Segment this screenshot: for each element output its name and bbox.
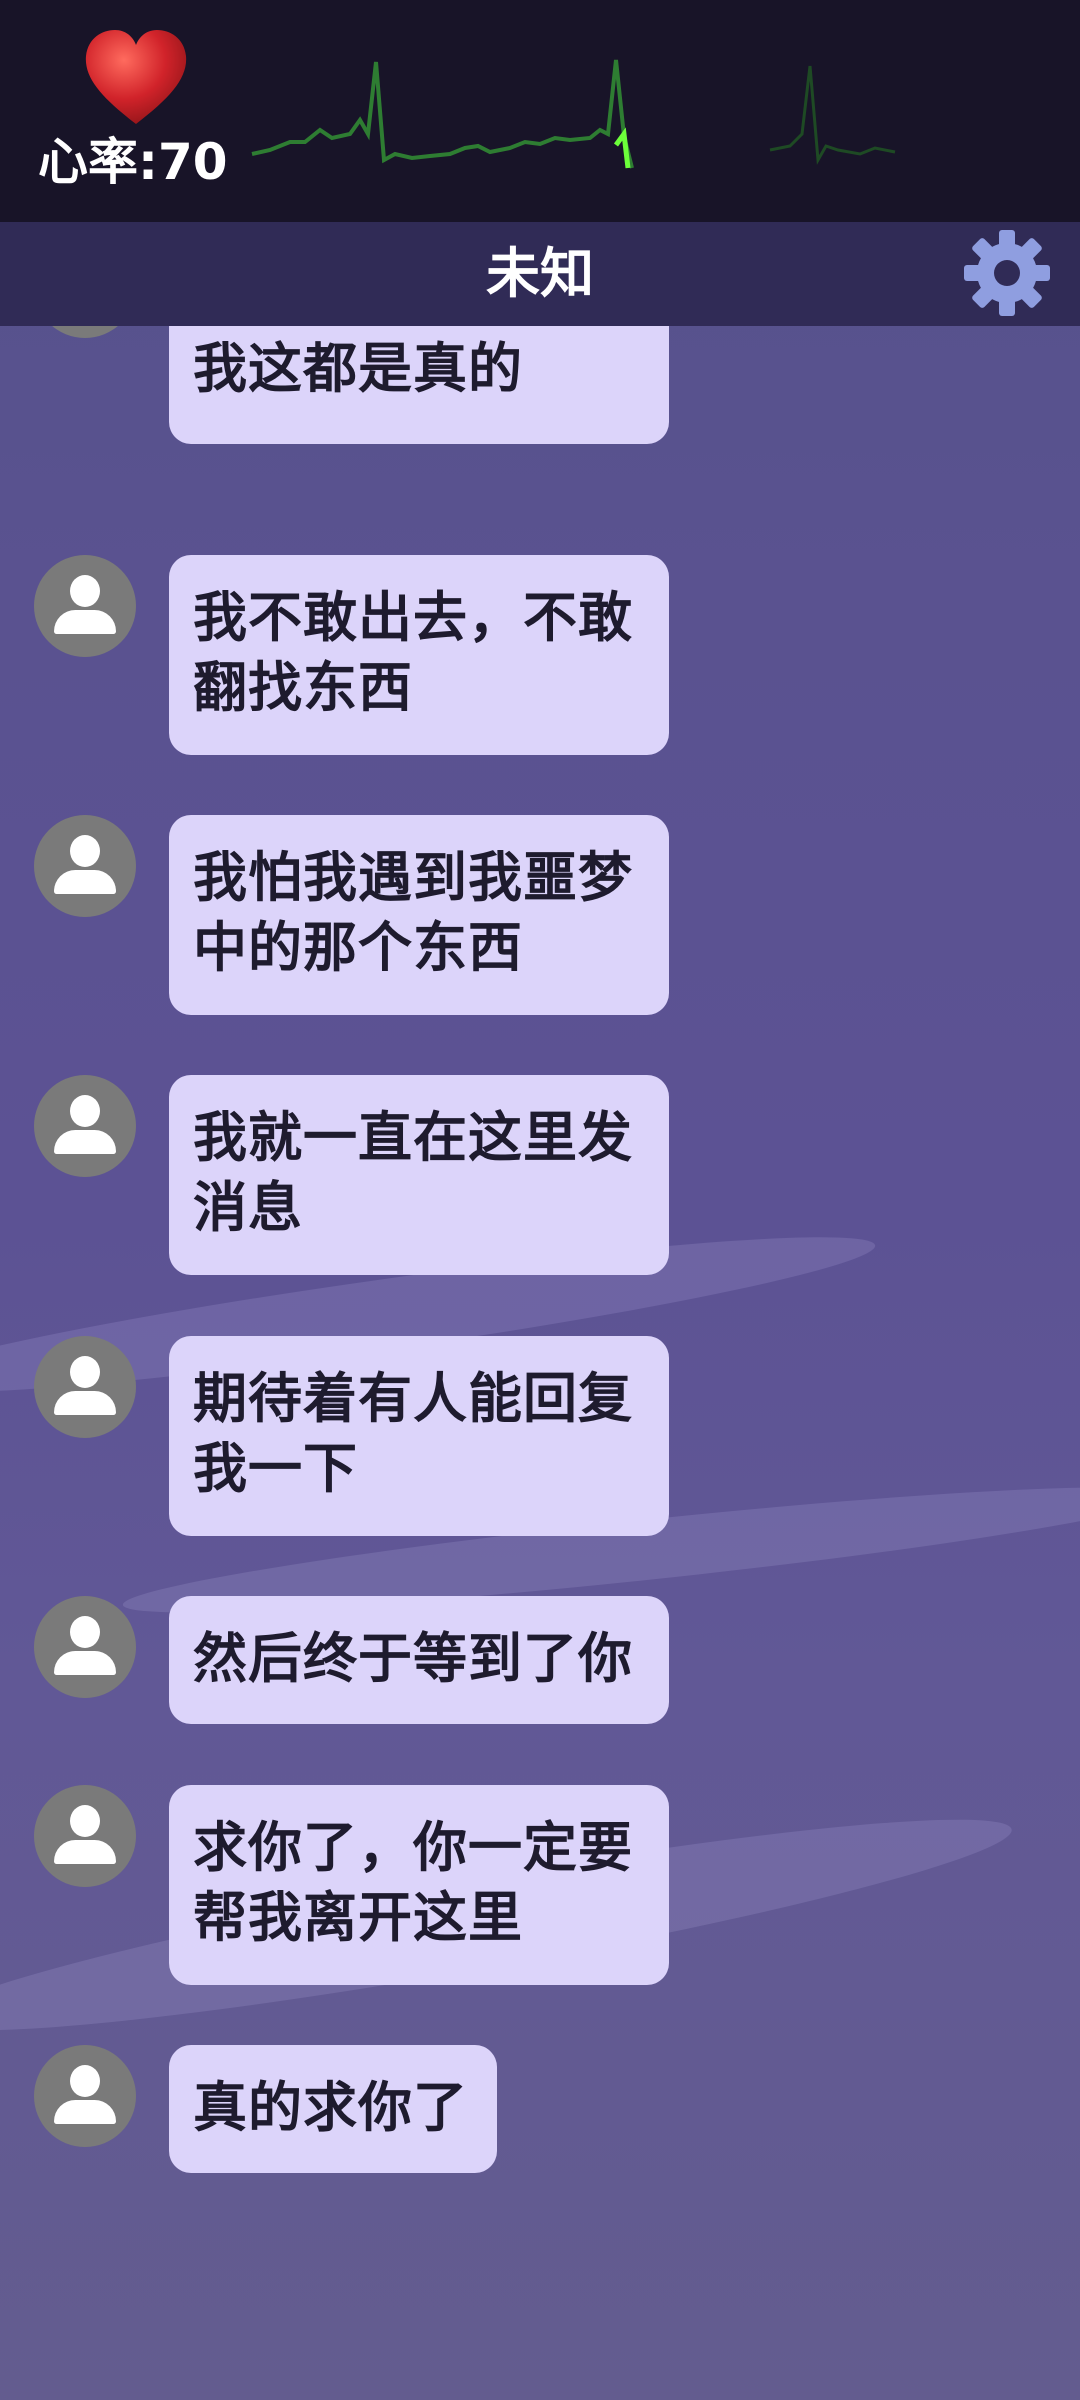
message-line: 我就一直在这里发: [193, 1106, 633, 1169]
chat-message-list[interactable]: 这清晰的一切告诉 我这都是真的 我不敢出去，不敢 翻找东西 我怕我遇到我噩梦 中…: [0, 326, 1080, 2400]
message-bubble[interactable]: 我怕我遇到我噩梦 中的那个东西: [169, 815, 669, 1015]
message-line: 我一下: [193, 1437, 358, 1500]
message-line: 我这都是真的: [193, 337, 523, 400]
message-line: 期待着有人能回复: [193, 1367, 633, 1430]
avatar-icon[interactable]: [34, 326, 136, 338]
message-line: 中的那个东西: [193, 916, 523, 979]
avatar-icon[interactable]: [34, 1336, 136, 1438]
page-title: 未知: [486, 242, 594, 305]
title-bar: 未知: [0, 222, 1080, 326]
message-line: 真的求你了: [193, 2076, 468, 2139]
message-line: 求你了，你一定要: [193, 1816, 633, 1879]
avatar-icon[interactable]: [34, 2045, 136, 2147]
heart-rate-monitor: 心率:70: [0, 0, 1080, 222]
avatar-icon[interactable]: [34, 555, 136, 657]
message-line: 我不敢出去，不敢: [193, 586, 633, 649]
message-bubble[interactable]: 然后终于等到了你: [169, 1596, 669, 1724]
avatar-icon[interactable]: [34, 815, 136, 917]
message-line: 然后终于等到了你: [193, 1627, 633, 1690]
avatar-icon[interactable]: [34, 1785, 136, 1887]
message-bubble[interactable]: 期待着有人能回复 我一下: [169, 1336, 669, 1536]
avatar-icon[interactable]: [34, 1596, 136, 1698]
message-line: 消息: [193, 1176, 303, 1239]
message-line: 这清晰的一切告诉: [193, 326, 649, 334]
avatar-icon[interactable]: [34, 1075, 136, 1177]
message-bubble[interactable]: 求你了，你一定要 帮我离开这里: [169, 1785, 669, 1985]
message-bubble[interactable]: 这清晰的一切告诉 我这都是真的: [169, 326, 669, 444]
heart-rate-readout: 心率:70: [38, 133, 228, 191]
message-bubble[interactable]: 我不敢出去，不敢 翻找东西: [169, 555, 669, 755]
message-line: 翻找东西: [193, 656, 413, 719]
heart-icon: [85, 30, 187, 124]
message-bubble[interactable]: 真的求你了: [169, 2045, 497, 2173]
gear-icon[interactable]: [962, 228, 1052, 318]
ecg-waveform: [251, 59, 896, 169]
message-bubble[interactable]: 我就一直在这里发 消息: [169, 1075, 669, 1275]
message-line: 帮我离开这里: [193, 1886, 523, 1949]
message-line: 我怕我遇到我噩梦: [193, 846, 633, 909]
